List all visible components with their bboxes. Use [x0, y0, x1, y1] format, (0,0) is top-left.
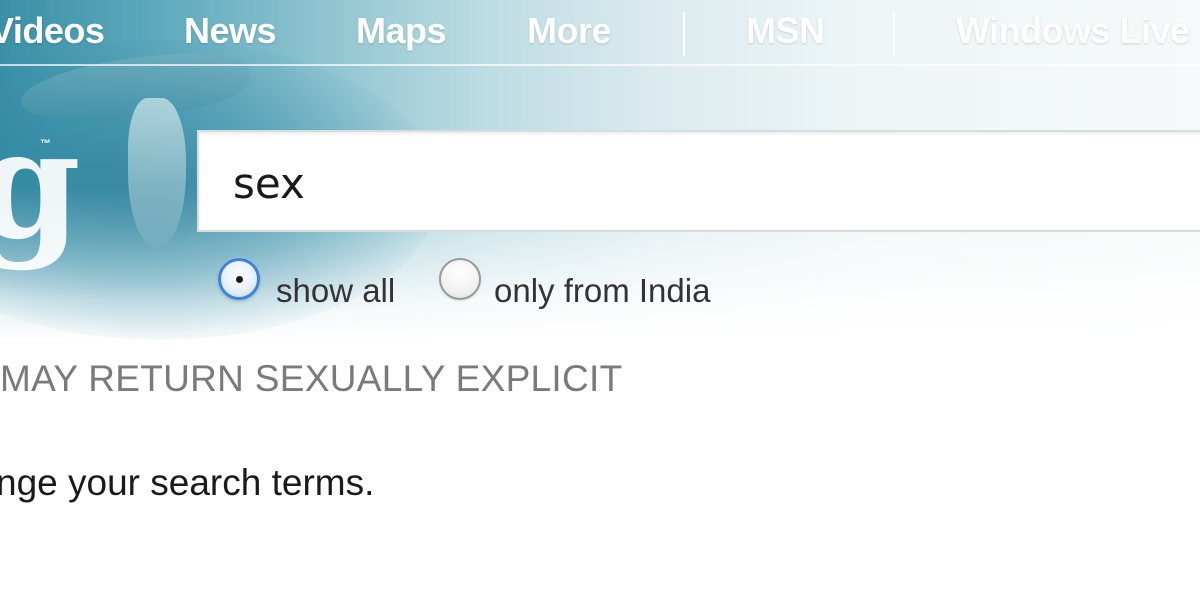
nav-underline	[0, 64, 1200, 66]
radio-only-from-india-label[interactable]: only from India	[494, 272, 710, 310]
nav-maps-link[interactable]: Maps	[356, 10, 447, 52]
nav-videos-link[interactable]: Videos	[0, 10, 105, 52]
change-search-terms-message: nge your search terms.	[0, 462, 375, 503]
nav-more-link[interactable]: More	[527, 10, 612, 52]
radio-selected-dot	[236, 276, 243, 283]
nav-divider	[683, 12, 685, 56]
radio-show-all-label[interactable]: show all	[276, 272, 395, 310]
radio-show-all[interactable]	[218, 258, 260, 300]
bing-logo-fragment[interactable]: g	[0, 110, 81, 260]
search-box	[197, 130, 1200, 232]
radio-only-from-india[interactable]	[439, 258, 481, 300]
top-navigation: Videos News Maps More MSN Windows Live	[0, 0, 1200, 66]
explicit-content-warning: MAY RETURN SEXUALLY EXPLICIT	[0, 358, 623, 399]
search-results-page: Videos News Maps More MSN Windows Live g…	[0, 0, 1200, 600]
nav-divider	[893, 12, 895, 56]
nav-windows-live-link[interactable]: Windows Live	[956, 10, 1190, 52]
logo-trademark: ™	[40, 138, 51, 150]
search-input[interactable]	[233, 156, 1133, 210]
nav-msn-link[interactable]: MSN	[746, 10, 825, 52]
whale-fin-image	[128, 98, 186, 248]
nav-news-link[interactable]: News	[184, 10, 277, 52]
